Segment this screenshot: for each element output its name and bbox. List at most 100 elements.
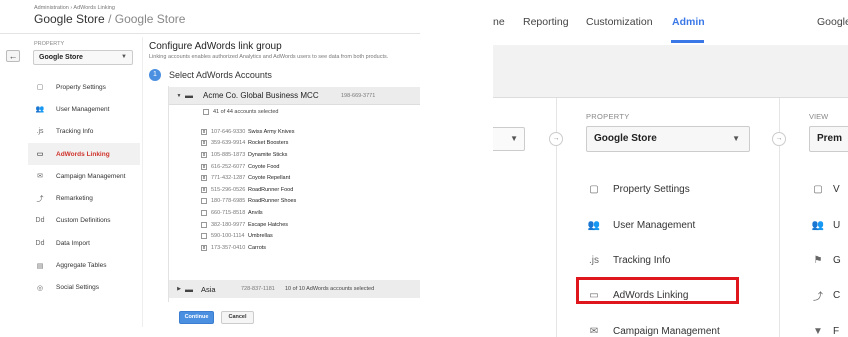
collapse-arrow-icon[interactable]: ▼: [173, 93, 185, 99]
mcc-row[interactable]: ▼ ▬ Acme Co. Global Business MCC 198-669…: [169, 87, 420, 105]
cancel-button[interactable]: Cancel: [221, 311, 254, 324]
select-all-row[interactable]: 41 of 44 accounts selected: [203, 109, 278, 115]
account-id: 660-715-8518: [211, 209, 246, 216]
view-nav-label: C: [833, 290, 841, 302]
nav-item-campaign-management[interactable]: ✉ Campaign Management: [28, 165, 140, 187]
account-checkbox[interactable]: [201, 221, 207, 228]
account-row[interactable]: x 105-885-1873 Dynamite Sticks: [201, 149, 420, 161]
tab-home[interactable]: ne: [493, 16, 505, 28]
nav-item-custom-definitions[interactable]: Dd Custom Definitions: [28, 210, 140, 232]
account-id: 107-646-9330: [211, 128, 246, 135]
view-select[interactable]: Prem: [809, 126, 848, 152]
view-nav-item[interactable]: ⚑ G: [811, 243, 848, 278]
asia-row[interactable]: ▶ ▬ Asia 728-837-1181 10 of 10 AdWords a…: [169, 280, 420, 298]
account-checkbox[interactable]: x: [201, 186, 207, 193]
dd-icon: Dd: [35, 217, 45, 225]
property-nav: ▢ Property Settings 👥 User Management .js T…: [586, 172, 761, 337]
property-select[interactable]: Google Store ▼: [33, 50, 133, 65]
account-id: 590-100-1114: [211, 233, 245, 240]
account-id: 515-296-0526: [211, 186, 246, 193]
account-row[interactable]: x 173-357-0410 Carrots: [201, 242, 420, 254]
account-row[interactable]: x 515-296-0526 RoadRunner Food: [201, 184, 420, 196]
view-nav-item[interactable]: ⤴ C: [811, 278, 848, 313]
account-tree: ▼ ▬ Acme Co. Global Business MCC 198-669…: [168, 86, 420, 302]
users-icon: 👥: [811, 219, 825, 231]
account-row[interactable]: x 771-432-1287 Coyote Repellant: [201, 172, 420, 184]
tab-google[interactable]: Google: [817, 16, 848, 28]
account-row[interactable]: 180-778-6985 RoadRunner Shoes: [201, 196, 420, 208]
nav-item-label: Campaign Management: [613, 325, 720, 337]
header-divider: [0, 33, 420, 34]
account-name: RoadRunner Food: [248, 186, 294, 193]
active-tab-indicator: [671, 40, 704, 43]
account-checkbox[interactable]: [201, 233, 207, 240]
step-badge: 1: [149, 69, 161, 81]
nav-item-remarketing[interactable]: ⤴ Remarketing: [28, 187, 140, 209]
view-select-value: Prem: [817, 133, 843, 144]
chevron-down-icon: ▼: [121, 54, 127, 60]
nav-item-label: Tracking Info: [56, 128, 94, 136]
nav-item-property-settings[interactable]: ▢ Property Settings: [586, 172, 761, 207]
nav-item-tracking-info[interactable]: .js Tracking Info: [28, 121, 140, 143]
view-nav-item[interactable]: ▢ V: [811, 172, 848, 207]
account-checkbox[interactable]: x: [201, 128, 207, 135]
view-nav-label: V: [833, 184, 840, 196]
arrow-right-icon[interactable]: →: [772, 132, 786, 146]
breadcrumb[interactable]: Administration › AdWords Linking: [34, 5, 115, 11]
nav-item-property-settings[interactable]: ▢ Property Settings: [28, 76, 140, 98]
nav-item-tracking-info[interactable]: .js Tracking Info: [586, 243, 761, 278]
top-tabs: ne Reporting Customization Admin Google: [493, 0, 848, 45]
nav-item-data-import[interactable]: Dd Data Import: [28, 232, 140, 254]
view-nav-item[interactable]: ▼ F: [811, 314, 848, 337]
nav-item-campaign-management[interactable]: ✉ Campaign Management: [586, 314, 761, 337]
nav-item-label: User Management: [56, 105, 110, 113]
property-select[interactable]: Google Store ▼: [586, 126, 750, 152]
account-row[interactable]: x 616-252-6077 Coyote Food: [201, 161, 420, 173]
remarketing-icon: ⤴: [36, 195, 44, 203]
account-row[interactable]: x 107-646-9330 Swiss Army Knives: [201, 126, 420, 138]
account-row[interactable]: 660-715-8518 Anvils: [201, 207, 420, 219]
nav-item-user-management[interactable]: 👥 User Management: [586, 207, 761, 242]
nav-item-label: AdWords Linking: [56, 150, 110, 158]
property-nav: ▢ Property Settings 👥 User Management .js T…: [28, 76, 140, 299]
account-id: 180-778-6985: [211, 198, 246, 205]
nav-item-social-settings[interactable]: ◎ Social Settings: [28, 277, 140, 299]
view-nav-item[interactable]: 👥 U: [811, 207, 848, 242]
nav-item-adwords-linking[interactable]: ▭ AdWords Linking: [28, 142, 140, 166]
nav-item-label: Aggregate Tables: [56, 262, 107, 270]
account-checkbox[interactable]: x: [201, 140, 207, 147]
property-select-value: Google Store: [594, 133, 657, 144]
select-all-checkbox[interactable]: [203, 109, 209, 115]
nav-item-aggregate-tables[interactable]: ▤ Aggregate Tables: [28, 254, 140, 276]
nav-item-label: Property Settings: [613, 184, 690, 196]
account-select[interactable]: ▼: [493, 127, 525, 151]
view-nav: ▢ V 👥 U ⚑ G ⤴ C ▼ F: [811, 172, 848, 337]
tab-reporting[interactable]: Reporting: [523, 16, 569, 28]
account-row[interactable]: 590-100-1114 Umbrellas: [201, 230, 420, 242]
account-checkbox[interactable]: x: [201, 244, 207, 251]
account-checkbox[interactable]: [201, 209, 207, 216]
page-title-sub: / Google Store: [108, 12, 186, 26]
tab-customization[interactable]: Customization: [586, 16, 653, 28]
back-arrow-icon[interactable]: ←: [6, 50, 20, 62]
screenshot-root: Administration › AdWords Linking Google …: [0, 0, 848, 337]
view-settings-icon: ▢: [813, 184, 823, 196]
nav-item-label: Custom Definitions: [56, 217, 111, 225]
selected-count: 41 of 44 accounts selected: [213, 109, 279, 115]
tab-admin[interactable]: Admin: [672, 16, 705, 28]
account-checkbox[interactable]: x: [201, 175, 207, 182]
account-name: Swiss Army Knives: [248, 128, 295, 135]
account-name: Carrots: [248, 244, 267, 251]
account-name: RoadRunner Shoes: [248, 198, 297, 205]
continue-button[interactable]: Continue: [179, 311, 214, 324]
arrow-right-icon[interactable]: →: [549, 132, 563, 146]
account-checkbox[interactable]: x: [201, 163, 207, 170]
nav-item-user-management[interactable]: 👥 User Management: [28, 98, 140, 120]
account-checkbox[interactable]: [201, 198, 207, 205]
header-divider: [493, 97, 848, 98]
expand-arrow-icon[interactable]: ▶: [173, 286, 185, 292]
account-row[interactable]: x 359-639-9914 Rocket Boosters: [201, 138, 420, 150]
account-row[interactable]: 382-180-9977 Escape Hatches: [201, 219, 420, 231]
dd-icon: Dd: [35, 239, 45, 247]
account-checkbox[interactable]: x: [201, 151, 207, 158]
